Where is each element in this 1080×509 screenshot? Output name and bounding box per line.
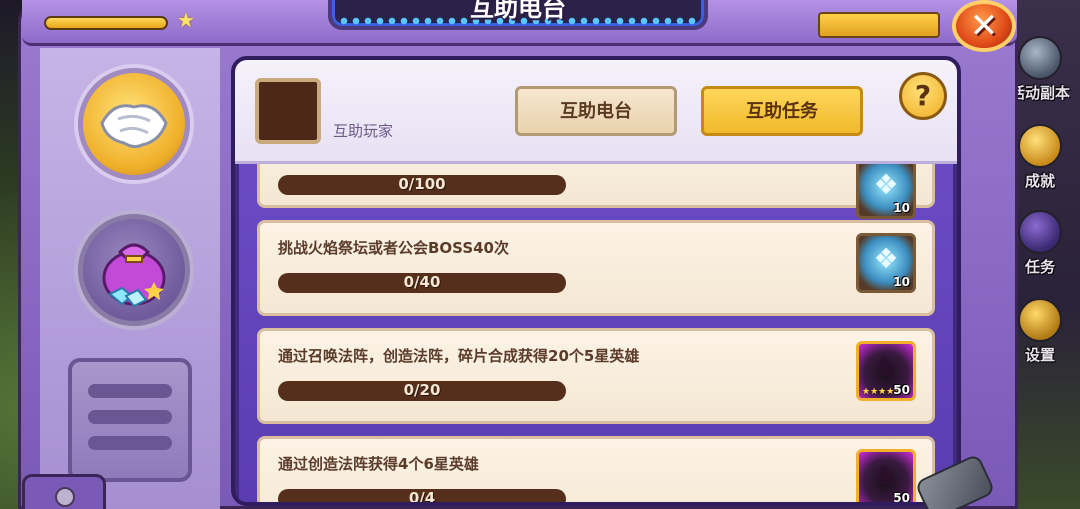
reward-item[interactable]: ♞ 50 [856, 449, 916, 505]
gear-icon [1018, 298, 1062, 342]
help-button[interactable]: ? [899, 72, 947, 120]
progress-bar: 0/4 [278, 489, 566, 506]
progress-text: 0/20 [403, 381, 441, 399]
progress-text: 0/40 [403, 273, 441, 291]
panel-header: 互助玩家 互助电台 互助任务 ? [235, 60, 957, 164]
handshake-icon [100, 104, 168, 149]
progress-bar: 0/100 [278, 175, 566, 195]
progress-text: 0/100 [398, 175, 446, 193]
task-card: 通过创造法阵获得4个6星英雄 0/4 ♞ 50 [257, 436, 935, 506]
progress-text: 0/4 [408, 489, 436, 506]
task-description: 挑战火焰祭坛或者公会BOSS40次 [278, 239, 509, 257]
task-description: 通过创造法阵获得4个6星英雄 [278, 455, 479, 473]
avatar[interactable] [255, 78, 321, 144]
handshake-tab[interactable] [78, 68, 190, 180]
radio-button[interactable]: 互助电台 [515, 86, 677, 136]
bolt-ornament [22, 474, 106, 509]
window-title: 互助电台 [470, 0, 566, 22]
task-card: 通过召唤法阵，创造法阵，碎片合成获得20个5星英雄 0/20 ♞ ★★★★★ 5… [257, 328, 935, 424]
progress-bar: 0/40 [278, 273, 566, 293]
task-description: 通过召唤法阵，创造法阵，碎片合成获得20个5星英雄 [278, 347, 640, 365]
reward-count: 50 [893, 383, 910, 397]
progress-bar: 0/20 [278, 381, 566, 401]
decorative-vent [68, 358, 192, 482]
close-button[interactable]: ✕ [952, 0, 1016, 52]
task-panel: 0/100 ❖ 10 挑战火焰祭坛或者公会BOSS40次 0/40 ❖ 10 通… [231, 56, 961, 506]
hero-silhouette-icon: ♞ [873, 350, 899, 383]
reward-bag-tab[interactable] [78, 214, 190, 326]
reward-count: 10 [893, 201, 910, 215]
reward-item[interactable]: ❖ 10 [856, 233, 916, 293]
crystal-icon: ❖ [873, 242, 899, 275]
reward-count: 50 [893, 491, 910, 505]
treasure-bag-icon [102, 243, 166, 308]
task-card: 挑战火焰祭坛或者公会BOSS40次 0/40 ❖ 10 [257, 220, 935, 316]
quest-icon [1018, 210, 1062, 254]
crystal-icon: ❖ [873, 168, 899, 201]
reward-count: 10 [893, 275, 910, 289]
reward-item[interactable]: ♞ ★★★★★ 50 [856, 341, 916, 401]
task-button[interactable]: 互助任务 [701, 86, 863, 136]
hero-silhouette-icon: ♞ [873, 458, 899, 491]
dungeon-icon [1018, 36, 1062, 80]
trophy-icon [1018, 124, 1062, 168]
player-label: 互助玩家 [333, 122, 394, 140]
reward-item[interactable]: ❖ 10 [856, 159, 916, 219]
